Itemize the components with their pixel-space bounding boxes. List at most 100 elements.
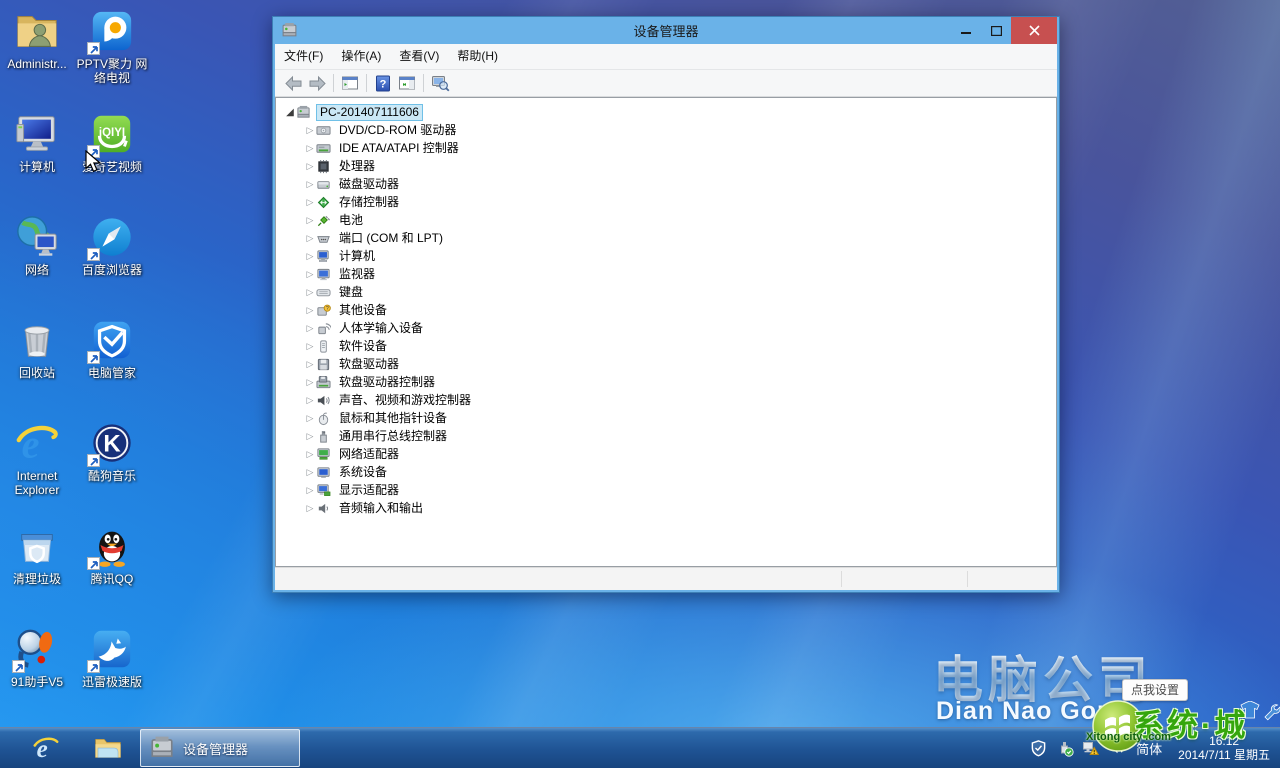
desktop-icon-qingli[interactable]: 清理垃圾 xyxy=(1,523,73,623)
titlebar[interactable]: 设备管理器 xyxy=(275,17,1057,44)
desktop-icon-recycle[interactable]: 回收站 xyxy=(1,317,73,417)
system-icon xyxy=(316,465,332,480)
tree-item-mouse[interactable]: ▷ 鼠标和其他指针设备 xyxy=(276,409,1056,427)
tree-item-sound[interactable]: ▷声音、视频和游戏控制器 xyxy=(276,391,1056,409)
hid-icon xyxy=(316,321,332,336)
expand-arrow-icon[interactable]: ▷ xyxy=(304,305,316,316)
device-manager-window: 设备管理器 文件(F)操作(A)查看(V)帮助(H) ? ◢PC-2014071… xyxy=(272,16,1060,593)
desktop-icon-ie[interactable]: eInternet Explorer xyxy=(1,420,73,520)
svg-text:?: ? xyxy=(380,78,387,90)
close-button[interactable] xyxy=(1011,17,1057,44)
tree-item-net[interactable]: ▷网络适配器 xyxy=(276,445,1056,463)
tree-item-disk[interactable]: ▷磁盘驱动器 xyxy=(276,175,1056,193)
tree-item-label: DVD/CD-ROM 驱动器 xyxy=(336,123,459,138)
minimize-button[interactable] xyxy=(951,17,981,44)
expand-arrow-icon[interactable]: ▷ xyxy=(304,377,316,388)
tree-item-battery[interactable]: ▷电池 xyxy=(276,211,1056,229)
menu-item-2[interactable]: 查看(V) xyxy=(390,44,448,69)
expand-arrow-icon[interactable]: ▷ xyxy=(304,143,316,154)
zhushou91-icon xyxy=(14,626,60,672)
expand-arrow-icon[interactable]: ▷ xyxy=(304,449,316,460)
tree-item-audioio[interactable]: ▷音频输入和输出 xyxy=(276,499,1056,517)
desktop-icon-kugou[interactable]: K酷狗音乐 xyxy=(76,420,148,520)
tree-item-floppyctl[interactable]: ▷软盘驱动器控制器 xyxy=(276,373,1056,391)
usb-safe-remove-icon[interactable] xyxy=(1055,739,1074,758)
expand-arrow-icon[interactable]: ▷ xyxy=(304,197,316,208)
expand-arrow-icon[interactable]: ▷ xyxy=(304,485,316,496)
expand-arrow-icon[interactable]: ▷ xyxy=(304,431,316,442)
tshirt-icon xyxy=(1240,701,1260,724)
expand-arrow-icon[interactable]: ▷ xyxy=(304,413,316,424)
desktop-icon-pptv[interactable]: PPTV聚力 网络电视 xyxy=(76,8,148,108)
desktop-icon-network[interactable]: 网络 xyxy=(1,214,73,314)
expand-arrow-icon[interactable]: ▷ xyxy=(304,125,316,136)
expand-arrow-icon[interactable]: ▷ xyxy=(304,467,316,478)
desktop-icon-label: 电脑管家 xyxy=(76,366,148,380)
desktop-icon-baidu[interactable]: 百度浏览器 xyxy=(76,214,148,314)
tree-item-usb[interactable]: ▷通用串行总线控制器 xyxy=(276,427,1056,445)
tree-item-label: 其他设备 xyxy=(336,303,390,318)
menu-item-3[interactable]: 帮助(H) xyxy=(448,44,507,69)
tree-item-cpu[interactable]: ▷处理器 xyxy=(276,157,1056,175)
scan-hardware-icon[interactable] xyxy=(428,72,452,94)
tree-item-software[interactable]: ▷软件设备 xyxy=(276,337,1056,355)
action-pane-icon[interactable] xyxy=(395,72,419,94)
expand-arrow-icon[interactable]: ▷ xyxy=(304,161,316,172)
desktop-icon-label: Internet Explorer xyxy=(1,469,73,497)
expand-arrow-icon[interactable]: ▷ xyxy=(304,215,316,226)
desktop-icon-userfolder[interactable]: Administr... xyxy=(1,8,73,108)
tree-item-label: 鼠标和其他指针设备 xyxy=(336,411,450,426)
tree-item-hid[interactable]: ▷人体学输入设备 xyxy=(276,319,1056,337)
tree-item-ide[interactable]: ▷IDE ATA/ATAPI 控制器 xyxy=(276,139,1056,157)
shortcut-arrow-icon xyxy=(87,351,100,364)
expand-arrow-icon[interactable]: ▷ xyxy=(304,395,316,406)
tree-item-keyboard[interactable]: ▷键盘 xyxy=(276,283,1056,301)
tree-item-port[interactable]: ▷端口 (COM 和 LPT) xyxy=(276,229,1056,247)
back-icon[interactable] xyxy=(281,72,305,94)
forward-icon[interactable] xyxy=(305,72,329,94)
help-icon[interactable]: ? xyxy=(371,72,395,94)
menu-item-0[interactable]: 文件(F) xyxy=(275,44,332,69)
userfolder-icon xyxy=(14,8,60,54)
maximize-button[interactable] xyxy=(981,17,1011,44)
shortcut-arrow-icon xyxy=(12,660,25,673)
expand-arrow-icon[interactable]: ▷ xyxy=(304,233,316,244)
tree-item-system[interactable]: ▷系统设备 xyxy=(276,463,1056,481)
desktop-icon-xunlei[interactable]: 迅雷极速版 xyxy=(76,626,148,726)
mycomputer-icon xyxy=(14,111,60,157)
tree-root-computer[interactable]: ◢PC-201407111606 xyxy=(276,103,1056,121)
desktop-icon-mycomputer[interactable]: 计算机 xyxy=(1,111,73,211)
tree-item-other[interactable]: ▷?其他设备 xyxy=(276,301,1056,319)
collapse-arrow-icon[interactable]: ◢ xyxy=(284,107,296,118)
net-icon xyxy=(316,447,332,462)
expand-arrow-icon[interactable]: ▷ xyxy=(304,323,316,334)
tree-item-floppy[interactable]: ▷软盘驱动器 xyxy=(276,355,1056,373)
expand-arrow-icon[interactable]: ▷ xyxy=(304,503,316,514)
taskbar-explorer-icon[interactable] xyxy=(88,728,128,768)
tree-item-display[interactable]: ▷显示适配器 xyxy=(276,481,1056,499)
taskbar-ie-icon[interactable]: e xyxy=(26,728,66,768)
tree-item-storage[interactable]: ▷存储控制器 xyxy=(276,193,1056,211)
tree-item-cdrom[interactable]: ▷ DVD/CD-ROM 驱动器 xyxy=(276,121,1056,139)
mouse-cursor xyxy=(84,150,103,179)
guanjia-shield-icon[interactable] xyxy=(1029,739,1048,758)
expand-arrow-icon[interactable]: ▷ xyxy=(304,341,316,352)
expand-arrow-icon[interactable]: ▷ xyxy=(304,359,316,370)
network-icon xyxy=(14,214,60,260)
desktop-icon-qq[interactable]: 腾讯QQ xyxy=(76,523,148,623)
console-tree-icon[interactable] xyxy=(338,72,362,94)
tree-item-computer[interactable]: ▷计算机 xyxy=(276,247,1056,265)
desktop-icon-guanjia[interactable]: 电脑管家 xyxy=(76,317,148,417)
cdrom-icon xyxy=(316,123,332,138)
desktop-icon-label: Administr... xyxy=(1,57,73,71)
expand-arrow-icon[interactable]: ▷ xyxy=(304,251,316,262)
expand-arrow-icon[interactable]: ▷ xyxy=(304,287,316,298)
expand-arrow-icon[interactable]: ▷ xyxy=(304,269,316,280)
tree-item-monitor[interactable]: ▷监视器 xyxy=(276,265,1056,283)
shortcut-arrow-icon xyxy=(87,454,100,467)
expand-arrow-icon[interactable]: ▷ xyxy=(304,179,316,190)
device-tree-panel: ◢PC-201407111606 ▷ DVD/CD-ROM 驱动器▷IDE ATA/… xyxy=(275,97,1057,567)
desktop-icon-zhushou91[interactable]: 91助手V5 xyxy=(1,626,73,726)
taskbar-task-device-manager[interactable]: 设备管理器 xyxy=(140,729,300,767)
menu-item-1[interactable]: 操作(A) xyxy=(332,44,390,69)
